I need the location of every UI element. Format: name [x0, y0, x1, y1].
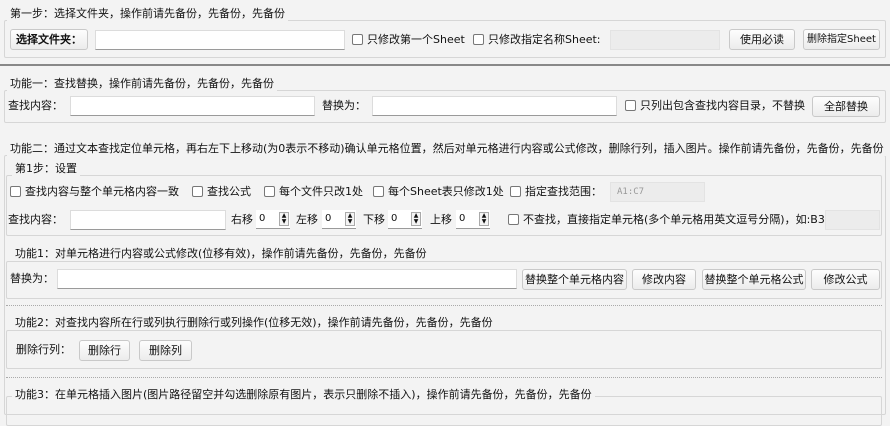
delete-column-button[interactable]: 删除列 [139, 340, 192, 361]
delete-row-button[interactable]: 删除行 [79, 340, 130, 361]
checkbox-box [352, 34, 363, 45]
folder-path-input[interactable] [95, 30, 345, 50]
checkbox-box [264, 186, 275, 197]
spin-arrows-icon[interactable]: ▲ ▼ [411, 212, 421, 226]
divider [6, 377, 882, 378]
readme-button[interactable]: 使用必读 [729, 29, 795, 50]
spin-arrows-icon[interactable]: ▲ ▼ [345, 212, 355, 226]
replace-formula-button[interactable]: 替换整个单元格公式 [702, 269, 806, 290]
replace-label: 替换为： [322, 99, 366, 112]
left-offset-stepper[interactable]: 0 ▲ ▼ [322, 210, 356, 229]
replace-content-button[interactable]: 替换整个单元格内容 [522, 269, 627, 290]
checkbox-label: 不查找，直接指定单元格(多个单元格用英文逗号分隔)，如:B3 [523, 213, 825, 226]
find-label: 查找内容： [8, 99, 63, 112]
replace-all-button[interactable]: 全部替换 [812, 96, 880, 117]
delete-rowcol-group [6, 330, 882, 369]
first-sheet-only-checkbox[interactable]: 只修改第一个Sheet [352, 33, 465, 47]
checkbox-box [192, 186, 203, 197]
modify-legend: 功能1：对单元格进行内容或公式修改(位移有效)，操作前请先备份，先备份，先备份 [12, 247, 430, 261]
right-label: 右移 [231, 213, 253, 226]
checkbox-label: 查找公式 [207, 185, 251, 198]
delete-rowcol-legend: 功能2：对查找内容所在行或列执行删除行或列操作(位移无效)，操作前请先备份，先备… [12, 316, 496, 330]
checkbox-label: 每个文件只改1处 [279, 185, 363, 198]
spin-arrows-icon[interactable]: ▲ ▼ [479, 212, 489, 226]
delete-sheet-button[interactable]: 删除指定Sheet [803, 29, 880, 50]
stepper-value: 0 [259, 213, 266, 224]
checkbox-label: 只修改第一个Sheet [367, 33, 465, 46]
checkbox-box [510, 186, 521, 197]
down-label: 下移 [363, 213, 385, 226]
replace-label: 替换为： [10, 272, 54, 285]
direct-cell-input[interactable] [825, 210, 880, 230]
up-label: 上移 [430, 213, 452, 226]
named-sheet-only-checkbox[interactable]: 只修改指定名称Sheet: [473, 33, 601, 47]
checkbox-box [10, 186, 21, 197]
down-offset-stepper[interactable]: 0 ▲ ▼ [388, 210, 422, 229]
checkbox-label: 查找内容与整个单元格内容一致 [25, 185, 179, 198]
right-offset-stepper[interactable]: 0 ▲ ▼ [256, 210, 290, 229]
checkbox-label: 只修改指定名称Sheet: [488, 33, 601, 46]
find-label: 查找内容： [8, 213, 63, 226]
find-input[interactable] [70, 96, 315, 116]
checkbox-box [508, 214, 519, 225]
divider [6, 305, 882, 306]
sheet-name-input[interactable] [610, 30, 720, 50]
checkbox-box [473, 34, 484, 45]
settings-legend: 第1步：设置 [12, 162, 80, 176]
find-formula-checkbox[interactable]: 查找公式 [192, 185, 251, 199]
delete-rowcol-label: 删除行列： [16, 343, 71, 356]
find-replace-legend: 功能一：查找替换，操作前请先备份，先备份，先备份 [7, 77, 277, 91]
divider [0, 64, 890, 66]
checkbox-label: 只列出包含查找内容目录，不替换 [640, 99, 805, 112]
stepper-value: 0 [391, 213, 398, 224]
range-checkbox[interactable]: 指定查找范围： [510, 185, 602, 199]
checkbox-box [625, 100, 636, 111]
once-per-file-checkbox[interactable]: 每个文件只改1处 [264, 185, 363, 199]
checkbox-label: 每个Sheet表只修改1处 [388, 185, 504, 198]
list-only-checkbox[interactable]: 只列出包含查找内容目录，不替换 [625, 99, 805, 113]
spin-arrows-icon[interactable]: ▲ ▼ [279, 212, 289, 226]
once-per-sheet-checkbox[interactable]: 每个Sheet表只修改1处 [373, 185, 504, 199]
direct-cell-checkbox[interactable]: 不查找，直接指定单元格(多个单元格用英文逗号分隔)，如:B3 [508, 213, 825, 227]
stepper-value: 0 [459, 213, 466, 224]
locate-find-input[interactable] [70, 210, 226, 230]
stepper-value: 0 [325, 213, 332, 224]
match-whole-checkbox[interactable]: 查找内容与整个单元格内容一致 [10, 185, 179, 199]
replace-input[interactable] [372, 96, 617, 116]
choose-folder-button[interactable]: 选择文件夹： [10, 29, 88, 50]
modify-replace-input[interactable] [57, 269, 517, 289]
checkbox-box [373, 186, 384, 197]
up-offset-stepper[interactable]: 0 ▲ ▼ [456, 210, 490, 229]
checkbox-label: 指定查找范围： [525, 185, 602, 198]
left-label: 左移 [296, 213, 318, 226]
modify-formula-button[interactable]: 修改公式 [811, 269, 880, 290]
step1-legend: 第一步：选择文件夹，操作前请先备份，先备份，先备份 [7, 7, 288, 21]
range-input[interactable]: A1:C7 [610, 182, 705, 202]
modify-content-button[interactable]: 修改内容 [632, 269, 696, 290]
locate-cell-legend: 功能二：通过文本查找定位单元格，再右左下上移动(为0表示不移动)确认单元格位置，… [7, 142, 887, 156]
